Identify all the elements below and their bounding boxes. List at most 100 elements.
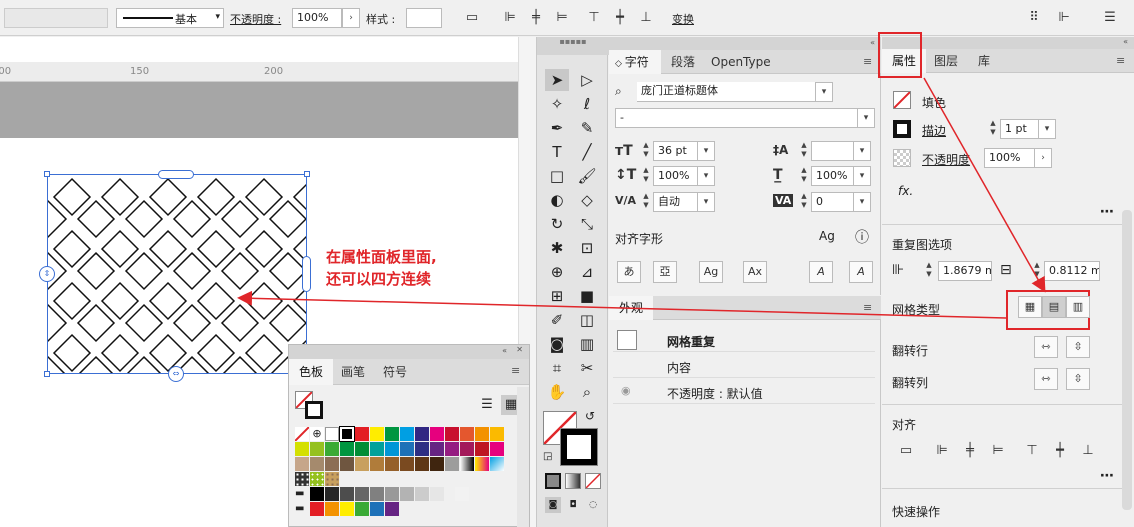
horizontal-scale-dropdown[interactable]: ▾ (853, 166, 871, 186)
tab-paragraph[interactable]: 段落 (661, 50, 705, 74)
tab-libraries[interactable]: 库 (968, 49, 1000, 73)
glyph-btn-2[interactable]: 亞 (653, 261, 677, 283)
flip-row-horizontal-icon[interactable]: ⇿ (1034, 336, 1058, 358)
glyph-btn-6[interactable]: A (849, 261, 873, 283)
swatch-r3f[interactable] (370, 457, 384, 471)
swatch-c1[interactable] (445, 427, 459, 441)
swatch-r3a[interactable] (295, 457, 309, 471)
swatch-pattern-3[interactable] (325, 472, 339, 486)
collapse-icon[interactable]: « (870, 38, 875, 47)
search-icon[interactable]: ⌕ (615, 84, 622, 99)
selection-tool-icon[interactable]: ➤ (545, 69, 569, 91)
panel-menu-icon[interactable]: ≡ (511, 365, 523, 377)
vertical-scale-spinner[interactable]: ▲ ▼ (639, 166, 653, 186)
swatch-g7[interactable] (400, 487, 414, 501)
tools-grip[interactable]: ▪▪▪▪▪ (537, 37, 609, 55)
swatch-c3[interactable] (475, 427, 489, 441)
glyph-btn-5[interactable]: A (809, 261, 833, 283)
opacity-arrow-button[interactable]: › (342, 8, 360, 28)
direct-selection-tool-icon[interactable]: ▷ (575, 69, 599, 91)
info-icon[interactable]: ⓘ (855, 227, 869, 247)
tracking-spinner[interactable]: ▲ ▼ (797, 192, 811, 212)
vertical-spacing-input[interactable]: 0.8112 m (1044, 261, 1100, 281)
align-to-selection-icon[interactable]: ▭ (894, 440, 918, 462)
swatch-r2c[interactable] (325, 442, 339, 456)
swatch-r2a[interactable] (295, 442, 309, 456)
flip-col-vertical-icon[interactable]: ⇳ (1066, 368, 1090, 390)
kerning-spinner[interactable]: ▲ ▼ (639, 192, 653, 212)
swatch-r2m[interactable] (475, 442, 489, 456)
swatch-b2[interactable] (325, 502, 339, 516)
swatch-red[interactable] (355, 427, 369, 441)
fill-none-icon[interactable] (893, 91, 911, 109)
swatches-scrollbar[interactable] (517, 387, 529, 527)
draw-mode-normal[interactable]: ◙ (545, 497, 561, 513)
draw-mode-inside[interactable]: ◌ (585, 497, 601, 513)
mesh-tool-icon[interactable]: ⊞ (545, 285, 569, 307)
swatch-r2i[interactable] (415, 442, 429, 456)
folder-icon-2[interactable]: ▬ (295, 502, 309, 516)
swatch-g4[interactable] (355, 487, 369, 501)
stroke-swatch[interactable] (305, 401, 323, 419)
props-align-hcenter-icon[interactable]: ╪ (958, 440, 982, 462)
selection-handle-tl[interactable] (44, 171, 50, 177)
tab-appearance[interactable]: 外观 (609, 296, 654, 320)
stroke-color-box[interactable] (560, 428, 598, 466)
h-spacing-spinner[interactable]: ▲ ▼ (922, 261, 936, 281)
align-left-icon[interactable]: ⊫ (498, 7, 522, 29)
folder-icon[interactable]: ▬ (295, 487, 309, 501)
swatch-g1[interactable] (310, 487, 324, 501)
repeat-dial-left-icon[interactable]: ⇕ (39, 266, 55, 282)
visibility-eye-icon[interactable]: ◉ (621, 384, 631, 397)
leading-dropdown[interactable]: ▾ (853, 141, 871, 161)
swatch-b4[interactable] (355, 502, 369, 516)
collapse-icon[interactable]: « (502, 346, 507, 355)
swatch-gradient-3[interactable] (490, 457, 504, 471)
zoom-tool-icon[interactable]: ⌕ (575, 381, 599, 403)
stroke-spinner[interactable]: ▲ ▼ (986, 119, 1000, 139)
props-align-bottom-icon[interactable]: ⊥ (1076, 440, 1100, 462)
artboard-tool-icon[interactable]: ⌗ (545, 357, 569, 379)
paintbrush-tool-icon[interactable]: 🖌 (575, 165, 599, 187)
swatch-r2l[interactable] (460, 442, 474, 456)
selection-handle-tr[interactable] (304, 171, 310, 177)
swatch-r2d[interactable] (340, 442, 354, 456)
swatch-r2g[interactable] (385, 442, 399, 456)
magic-wand-tool-icon[interactable]: ✧ (545, 93, 569, 115)
fx-button[interactable]: fx. (898, 184, 913, 198)
draw-mode-behind[interactable]: ◘ (565, 497, 581, 513)
eyedropper-tool-icon[interactable]: ✐ (545, 309, 569, 331)
panel-menu-icon[interactable]: ≡ (863, 302, 875, 314)
rotate-tool-icon[interactable]: ↻ (545, 213, 569, 235)
repeat-spacing-handle-right[interactable] (302, 256, 311, 292)
swatch-magenta[interactable] (430, 427, 444, 441)
repeat-spacing-handle-top[interactable] (158, 170, 194, 179)
font-family-dropdown[interactable]: ▾ (815, 82, 833, 102)
style-swatch[interactable] (406, 8, 442, 28)
line-tool-icon[interactable]: ╱ (575, 141, 599, 163)
grid-type-brick-row-icon[interactable]: ▤ (1042, 296, 1066, 318)
swatches-panel-titlebar[interactable]: « ✕ (289, 345, 529, 359)
flip-row-vertical-icon[interactable]: ⇳ (1066, 336, 1090, 358)
swap-fill-stroke-icon[interactable]: ↺ (585, 409, 595, 423)
list-view-icon[interactable]: ☰ (477, 395, 497, 415)
rectangle-tool-icon[interactable]: □ (545, 165, 569, 187)
swatch-r2h[interactable] (400, 442, 414, 456)
stroke-weight-dropdown[interactable]: ▾ (1038, 119, 1056, 139)
properties-scrollbar[interactable] (1122, 210, 1132, 510)
blend-tool-icon[interactable]: ◫ (575, 309, 599, 331)
shape-builder-tool-icon[interactable]: ⊕ (545, 261, 569, 283)
swatch-r2e[interactable] (355, 442, 369, 456)
character-titlebar[interactable]: « (609, 37, 881, 50)
swatch-r2k[interactable] (445, 442, 459, 456)
default-fill-stroke-icon[interactable]: ◲ (543, 451, 552, 462)
swatch-yellow[interactable] (370, 427, 384, 441)
kerning-dropdown[interactable]: ▾ (697, 192, 715, 212)
more-options-icon[interactable]: ⋯ (1100, 204, 1114, 220)
tracking-dropdown[interactable]: ▾ (853, 192, 871, 212)
arrange-icon[interactable]: ⊩ (1052, 7, 1076, 29)
font-size-spinner[interactable]: ▲ ▼ (639, 141, 653, 161)
swatch-b5[interactable] (370, 502, 384, 516)
glyph-btn-3[interactable]: Ag (699, 261, 723, 283)
tab-brushes[interactable]: 画笔 (331, 359, 375, 385)
